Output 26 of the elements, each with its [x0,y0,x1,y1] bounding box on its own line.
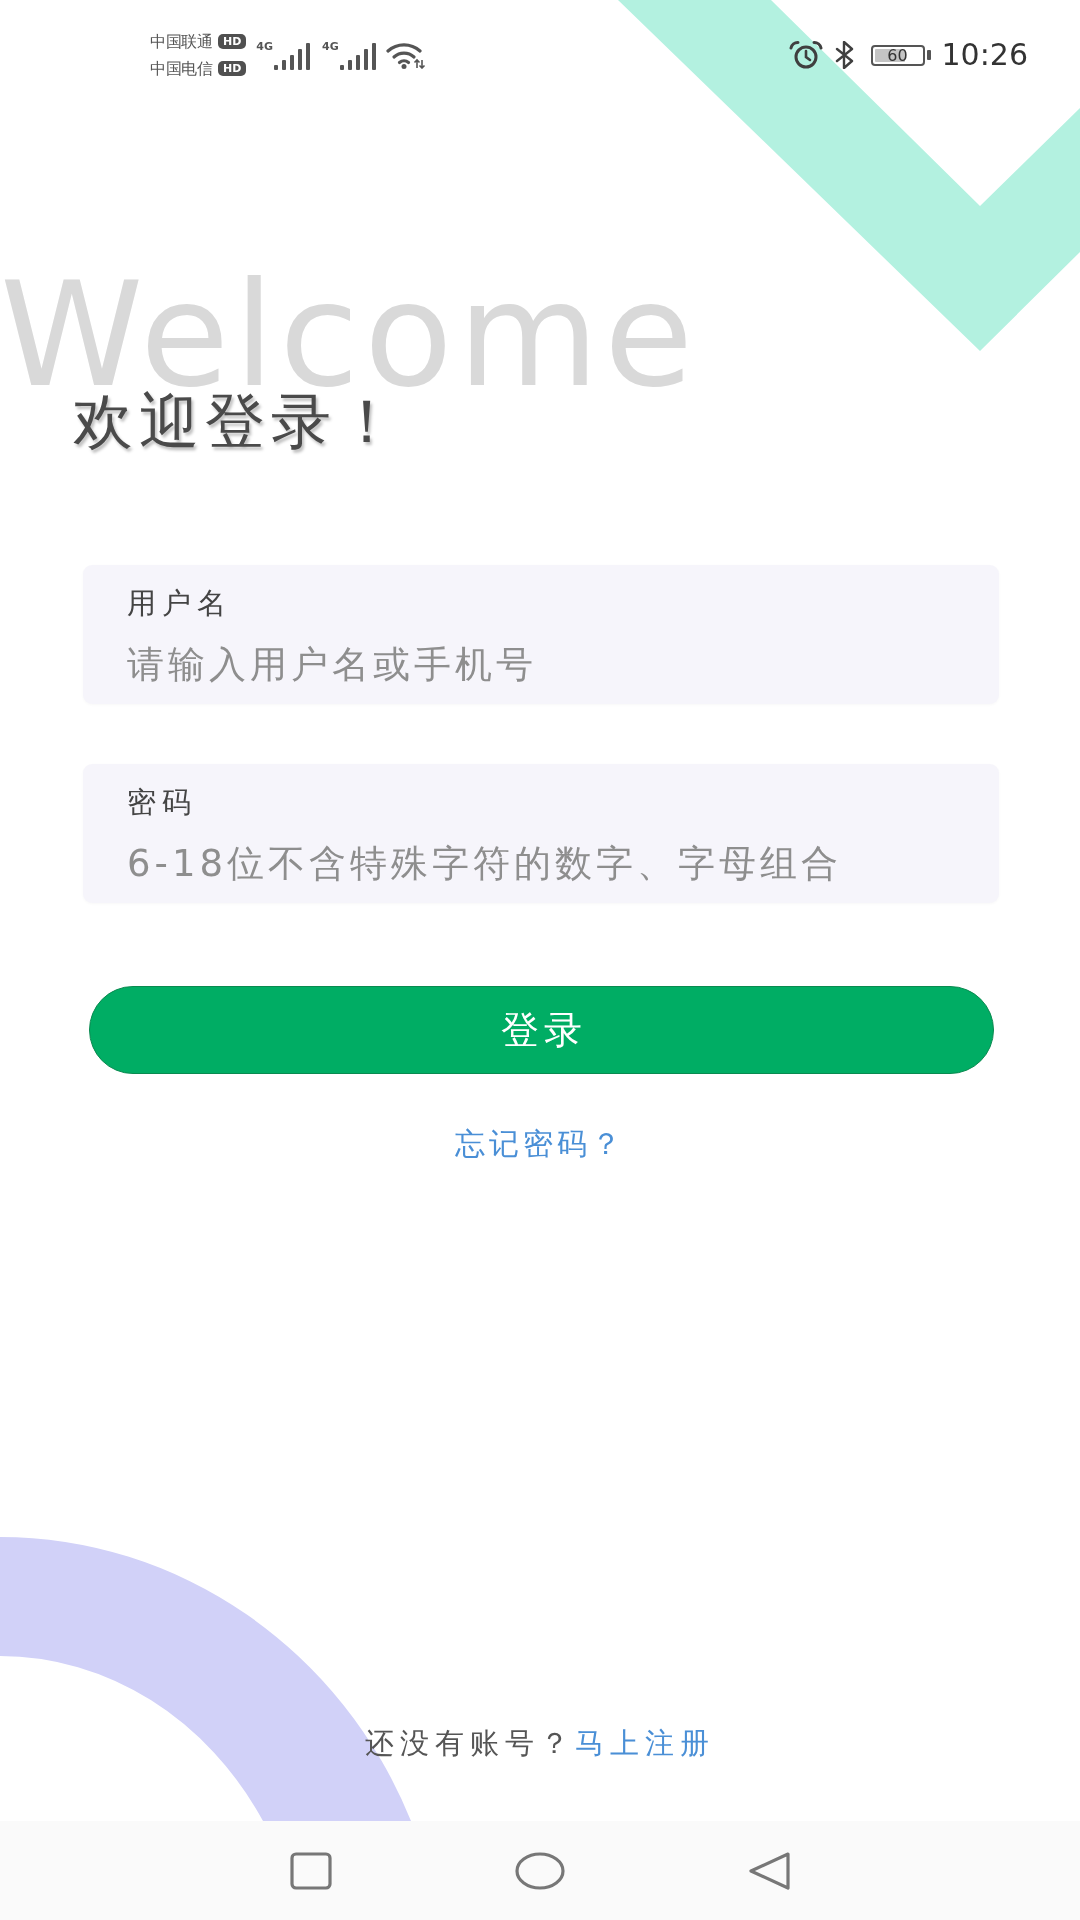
clock-time: 10:26 [941,37,1028,73]
square-icon[interactable] [289,1851,332,1890]
signal-icon [339,43,378,70]
battery-percent: 60 [887,46,908,64]
input-field[interactable]: 6-18位不含特殊字符的数字、字母组合 [127,842,927,886]
circle-icon[interactable] [514,1851,565,1890]
field-label: 密码 [127,785,197,819]
carrier-name: 中国电信 [150,58,212,79]
forgot-password-link[interactable]: 忘记密码？ [455,1124,625,1164]
carrier-name: 中国联通 [150,31,212,52]
signal-icon [274,43,313,70]
field-label: 用户名 [127,586,232,620]
network-type-label: 4G [322,41,339,53]
alarm-clock-icon [788,41,823,69]
triangle-icon[interactable] [747,1850,791,1891]
bluetooth-icon [833,41,856,69]
hd-badge: HD [218,34,247,49]
wifi-icon [385,41,426,69]
text-field[interactable]: 密码 6-18位不含特殊字符的数字、字母组合 [83,764,999,903]
register-link[interactable]: 马上注册 [575,1726,715,1760]
register-prompt: 还没有账号？ [365,1726,575,1760]
input-field[interactable]: 请输入用户名或手机号 [127,643,927,687]
text-field[interactable]: 用户名 请输入用户名或手机号 [83,565,999,704]
hd-badge: HD [218,61,247,76]
login-button[interactable]: 登录 [89,986,994,1074]
network-type-label: 4G [256,41,274,53]
